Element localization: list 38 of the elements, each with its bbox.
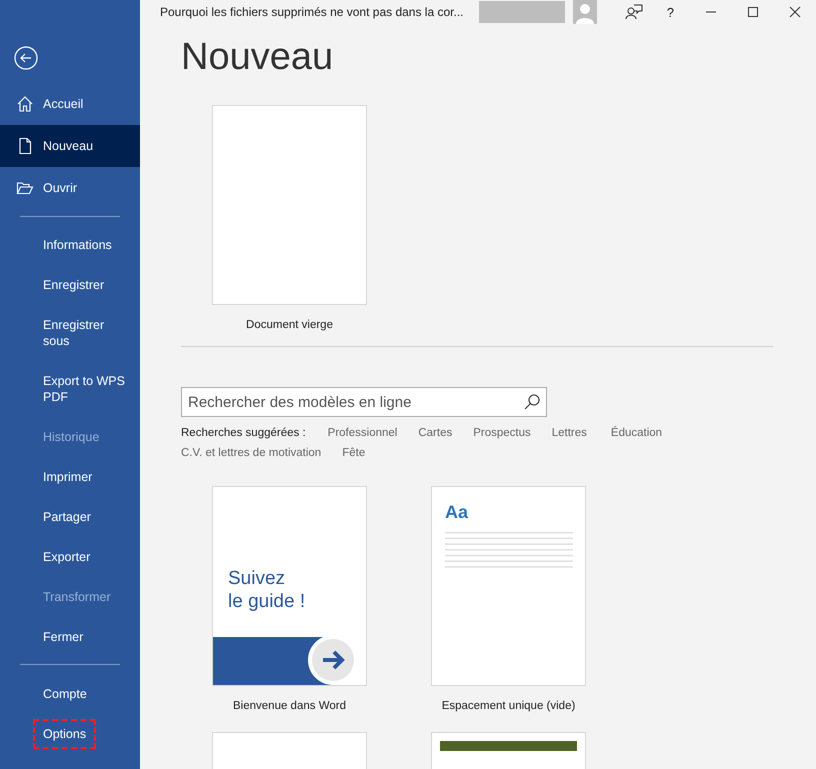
sidebar-item[interactable]: Enregistrer sous — [0, 305, 140, 361]
sidebar-item[interactable]: Options — [0, 714, 140, 754]
back-icon[interactable] — [14, 46, 38, 70]
sidebar-item[interactable]: Compte — [0, 674, 140, 714]
suggestions-label: Recherches suggérées : — [181, 427, 306, 439]
sidebar-item[interactable]: Enregistrer — [0, 265, 140, 305]
help-button[interactable]: ? — [666, 4, 674, 20]
template-label: Document vierge — [246, 319, 333, 331]
suggestion-link[interactable]: Prospectus — [473, 427, 531, 439]
sample-text: Aa — [445, 502, 468, 523]
page-heading: Nouveau — [181, 37, 334, 77]
template-label: Espacement unique (vide) — [442, 700, 576, 712]
window-title: Pourquoi les fichiers supprimés ne vont pas dans la cor... — [160, 5, 464, 19]
search-icon[interactable] — [523, 393, 541, 411]
suggestion-link[interactable]: Professionnel — [328, 427, 398, 439]
search-field[interactable]: Rechercher des modèles en ligne — [181, 387, 547, 417]
sidebar-item[interactable]: Informations — [0, 225, 140, 265]
person-comment-icon[interactable] — [624, 3, 643, 21]
sidebar-item[interactable]: Ouvrir — [0, 167, 140, 209]
suggestion-link[interactable]: Éducation — [610, 427, 662, 439]
sidebar-item[interactable]: Nouveau — [0, 125, 140, 167]
template-label: Bienvenue dans Word — [233, 700, 346, 712]
suggestion-link[interactable]: C.V. et lettres de motivation — [181, 447, 322, 459]
suggestion-link[interactable]: Fête — [342, 447, 366, 459]
highlight-frame: Options — [33, 719, 96, 749]
sidebar-item[interactable]: Fermer — [0, 617, 140, 657]
sidebar-item[interactable]: Imprimer — [0, 457, 140, 497]
sidebar-item[interactable]: Accueil — [0, 83, 140, 125]
suggestion-link[interactable]: Cartes — [418, 427, 452, 439]
template-thumbnail[interactable]: Aa — [431, 486, 586, 686]
blank-document-thumbnail[interactable] — [212, 105, 367, 305]
sidebar-item[interactable]: Export to WPS PDF — [0, 361, 140, 417]
sidebar-item[interactable]: Partager — [0, 497, 140, 537]
guide-text: Suivez le guide ! — [228, 567, 306, 613]
sidebar-item[interactable]: Exporter — [0, 537, 140, 577]
template-thumbnail[interactable]: Suivez le guide ! — [212, 486, 367, 686]
suggestion-link[interactable]: Lettres — [552, 427, 587, 439]
home-icon — [16, 95, 34, 113]
